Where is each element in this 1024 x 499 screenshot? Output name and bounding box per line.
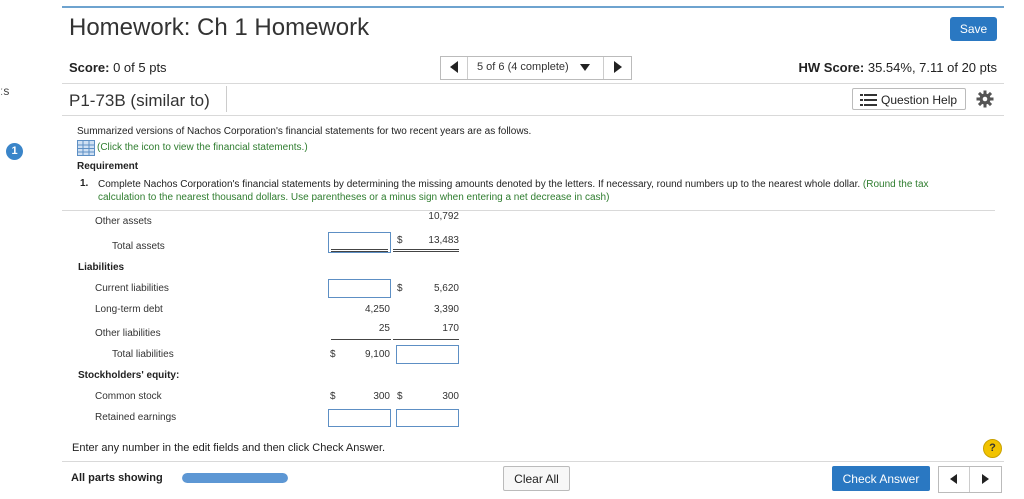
question-number-badge[interactable]: 1 [6, 143, 23, 160]
common-stock-col1: 300 [373, 391, 390, 402]
parts-progress-bar [182, 473, 288, 483]
instruction-message: Enter any number in the edit fields and … [72, 442, 386, 454]
pager-separator [969, 467, 970, 492]
double-underline [331, 249, 388, 250]
nav-separator [603, 57, 604, 79]
score-label: Score: [69, 60, 110, 75]
other-liabilities-col1: 25 [378, 323, 390, 334]
previous-question-icon[interactable] [448, 60, 460, 74]
previous-part-icon[interactable] [950, 474, 957, 484]
total-liabilities-col2-input[interactable] [396, 345, 459, 364]
question-help-button[interactable]: Question Help [852, 88, 966, 110]
retained-earnings-col2-input[interactable] [396, 409, 459, 427]
nav-separator [467, 57, 468, 79]
score-value: 0 of 5 pts [109, 60, 167, 75]
parts-showing-label: All parts showing [71, 472, 163, 484]
other-assets-label: Other assets [95, 216, 152, 227]
retained-earnings-label: Retained earnings [95, 412, 177, 423]
current-liabilities-col2: 5,620 [433, 283, 459, 294]
table-icon[interactable] [77, 140, 95, 156]
total-liabilities-col1: 9,100 [364, 349, 390, 360]
other-assets-col2: 10,792 [428, 211, 459, 222]
long-term-debt-label: Long-term debt [95, 304, 163, 315]
stockholders-equity-heading: Stockholders' equity: [78, 370, 180, 381]
help-icon[interactable]: ? [983, 439, 1002, 458]
common-stock-col2: 300 [442, 391, 459, 402]
header-top-rule [62, 6, 1004, 8]
divider [226, 86, 227, 112]
requirement-text: Complete Nachos Corporation's financial … [98, 178, 978, 204]
next-part-icon[interactable] [982, 474, 989, 484]
divider [62, 83, 1004, 84]
problem-title: P1-73B (similar to) [69, 91, 210, 110]
question-position-label[interactable]: 5 of 6 (4 complete) [477, 61, 569, 73]
current-liabilities-label: Current liabilities [95, 283, 169, 294]
double-underline [331, 251, 388, 252]
hw-score-value: 35.54%, 7.11 of 20 pts [864, 60, 997, 75]
score-text: Score: 0 of 5 pts [69, 60, 167, 75]
double-underline [393, 249, 459, 250]
homework-title: Homework: Ch 1 Homework [69, 14, 370, 41]
check-answer-button[interactable]: Check Answer [832, 466, 930, 491]
left-edge-text: ːs [0, 84, 10, 98]
hw-score-label: HW Score: [798, 60, 865, 75]
liabilities-heading: Liabilities [78, 262, 125, 273]
save-button[interactable]: Save [950, 17, 997, 41]
gear-icon[interactable] [976, 90, 994, 108]
requirement-heading: Requirement [77, 161, 139, 172]
hw-score-text: HW Score: 35.54%, 7.11 of 20 pts [799, 60, 997, 75]
divider [62, 210, 995, 211]
total-liabilities-label: Total liabilities [112, 349, 174, 360]
question-dropdown-icon[interactable] [580, 64, 590, 71]
double-underline [393, 251, 459, 252]
common-stock-label: Common stock [95, 391, 162, 402]
view-statements-link[interactable]: (Click the icon to view the financial st… [97, 142, 308, 153]
retained-earnings-col1-input[interactable] [328, 409, 391, 427]
other-liabilities-col2: 170 [442, 323, 459, 334]
parts-progress-fill [182, 473, 288, 483]
long-term-debt-col2: 3,390 [433, 304, 459, 315]
long-term-debt-col1: 4,250 [364, 304, 390, 315]
divider [62, 115, 1004, 116]
divider [62, 461, 1004, 462]
other-liabilities-label: Other liabilities [95, 328, 161, 339]
requirement-instruction: Complete Nachos Corporation's financial … [98, 179, 861, 190]
problem-intro: Summarized versions of Nachos Corporatio… [77, 126, 532, 137]
subtotal-line [331, 339, 391, 340]
current-liabilities-col1-input[interactable] [328, 279, 391, 298]
question-help-label: Question Help [881, 93, 958, 107]
list-icon [860, 94, 877, 106]
subtotal-line [393, 339, 459, 340]
part-pager [938, 466, 1002, 493]
total-assets-label: Total assets [112, 241, 165, 252]
next-question-icon[interactable] [612, 60, 624, 74]
clear-all-button[interactable]: Clear All [503, 466, 570, 491]
requirement-number: 1. [80, 178, 89, 189]
total-assets-col2: 13,483 [428, 235, 459, 246]
